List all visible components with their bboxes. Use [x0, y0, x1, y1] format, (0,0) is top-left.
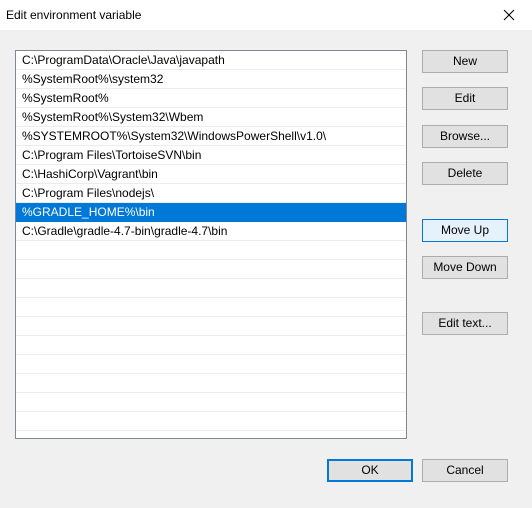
move-up-button[interactable]: Move Up: [422, 219, 508, 242]
delete-button[interactable]: Delete: [422, 162, 508, 185]
empty-list-row[interactable]: [16, 374, 406, 393]
empty-list-row[interactable]: [16, 393, 406, 412]
path-list[interactable]: C:\ProgramData\Oracle\Java\javapath %Sys…: [15, 50, 407, 439]
list-item[interactable]: %GRADLE_HOME%\bin: [16, 203, 406, 222]
list-item[interactable]: %SystemRoot%\system32: [16, 70, 406, 89]
empty-list-row[interactable]: [16, 336, 406, 355]
title-bar: Edit environment variable: [0, 0, 532, 30]
empty-list-row[interactable]: [16, 412, 406, 431]
list-item[interactable]: C:\ProgramData\Oracle\Java\javapath: [16, 51, 406, 70]
close-button[interactable]: [486, 0, 532, 30]
move-down-button[interactable]: Move Down: [422, 256, 508, 279]
list-item[interactable]: %SystemRoot%: [16, 89, 406, 108]
empty-list-row[interactable]: [16, 241, 406, 260]
list-item[interactable]: C:\Program Files\nodejs\: [16, 184, 406, 203]
empty-list-row[interactable]: [16, 355, 406, 374]
empty-list-row[interactable]: [16, 317, 406, 336]
empty-list-row[interactable]: [16, 260, 406, 279]
empty-list-row[interactable]: [16, 298, 406, 317]
cancel-button[interactable]: Cancel: [422, 459, 508, 482]
ok-button[interactable]: OK: [327, 459, 413, 482]
list-item[interactable]: C:\Gradle\gradle-4.7-bin\gradle-4.7\bin: [16, 222, 406, 241]
list-item[interactable]: C:\HashiCorp\Vagrant\bin: [16, 165, 406, 184]
edit-text-button[interactable]: Edit text...: [422, 312, 508, 335]
list-item[interactable]: C:\Program Files\TortoiseSVN\bin: [16, 146, 406, 165]
close-icon: [503, 9, 515, 21]
empty-list-row[interactable]: [16, 279, 406, 298]
browse-button[interactable]: Browse...: [422, 125, 508, 148]
edit-button[interactable]: Edit: [422, 87, 508, 110]
new-button[interactable]: New: [422, 50, 508, 73]
dialog-client-area: C:\ProgramData\Oracle\Java\javapath %Sys…: [0, 30, 532, 508]
list-item[interactable]: %SYSTEMROOT%\System32\WindowsPowerShell\…: [16, 127, 406, 146]
edit-environment-variable-dialog: Edit environment variable C:\ProgramData…: [0, 0, 532, 508]
list-item[interactable]: %SystemRoot%\System32\Wbem: [16, 108, 406, 127]
dialog-title: Edit environment variable: [6, 8, 142, 22]
